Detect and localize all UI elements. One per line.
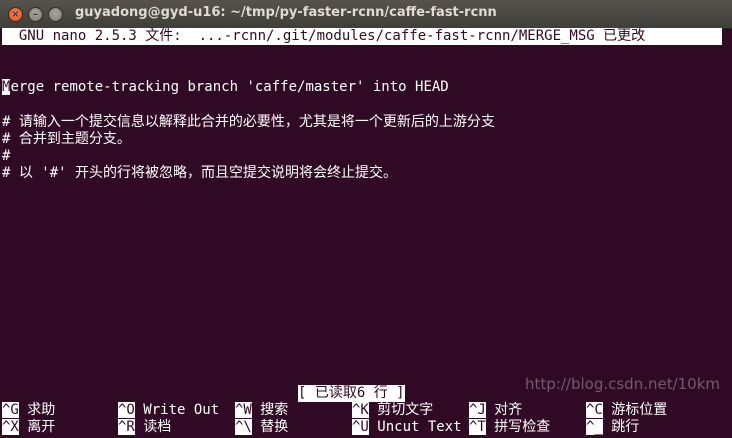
terminal-window: × – guyadong@gyd-u16: ~/tmp/py-faster-rc… (0, 0, 732, 438)
shortcut-cut-text[interactable]: ^K 剪切文字 (352, 402, 433, 419)
shortcut-read-file[interactable]: ^R 读档 (118, 419, 171, 436)
shortcut-spell-check[interactable]: ^T 拼写检查 (469, 419, 550, 436)
shortcut-label: 离开 (27, 419, 56, 435)
title-bar[interactable]: × – guyadong@gyd-u16: ~/tmp/py-faster-rc… (0, 0, 732, 29)
editor-line-5[interactable]: # (2, 148, 10, 165)
shortcut-help[interactable]: ^G 求助 (2, 402, 55, 419)
shortcut-key: ^\ (235, 419, 252, 435)
shortcut-key: ^X (2, 419, 19, 435)
editor-line-1-text: erge remote-tracking branch 'caffe/maste… (10, 79, 449, 95)
shortcut-key: ^T (469, 419, 486, 435)
shortcut-label: 对齐 (494, 402, 523, 418)
maximize-button[interactable] (48, 7, 63, 22)
nano-header: GNU nano 2.5.3 文件: ...-rcnn/.git/modules… (2, 28, 722, 45)
watermark: http://blog.csdn.net/10km (525, 375, 721, 393)
editor-line-4[interactable]: # 合并到主题分支。 (2, 131, 131, 148)
shortcut-label: 读档 (143, 419, 172, 435)
shortcut-key: ^O (118, 402, 135, 418)
shortcut-label: 替换 (260, 419, 289, 435)
shortcut-exit[interactable]: ^X 离开 (2, 419, 55, 436)
window-title: guyadong@gyd-u16: ~/tmp/py-faster-rcnn/c… (75, 5, 497, 20)
minimize-button[interactable]: – (28, 7, 43, 22)
shortcut-write-out[interactable]: ^O Write Out (118, 402, 219, 419)
shortcut-label: 拼写检查 (494, 419, 551, 435)
shortcut-key: ^R (118, 419, 135, 435)
shortcut-replace[interactable]: ^\ 替换 (235, 419, 288, 436)
shortcut-key: ^C (586, 402, 603, 418)
shortcut-label: 剪切文字 (377, 402, 434, 418)
shortcut-label: Uncut Text (377, 419, 462, 435)
editor-line-6[interactable]: # 以 '#' 开头的行将被忽略，而且空提交说明将会终止提交。 (2, 165, 397, 182)
shortcut-label: 求助 (27, 402, 56, 418)
shortcut-key: ^U (352, 419, 369, 435)
shortcut-key: ^K (352, 402, 369, 418)
close-icon: × (11, 9, 20, 20)
shortcut-cursor-pos[interactable]: ^C 游标位置 (586, 402, 667, 419)
shortcut-label: 游标位置 (611, 402, 668, 418)
shortcut-search[interactable]: ^W 搜索 (235, 402, 288, 419)
minimize-icon: – (33, 9, 38, 20)
status-message: [ 已读取6 行 ] (298, 385, 405, 402)
editor-line-1[interactable]: Merge remote-tracking branch 'caffe/mast… (2, 79, 449, 96)
shortcut-key: ^J (469, 402, 486, 418)
shortcut-key: ^G (2, 402, 19, 418)
shortcut-label: Write Out (143, 402, 220, 418)
shortcut-label: 跳行 (611, 419, 640, 435)
shortcut-go-to-line[interactable]: ^_ 跳行 (586, 419, 639, 436)
shortcut-uncut-text[interactable]: ^U Uncut Text (352, 419, 462, 436)
editor-line-3[interactable]: # 请输入一个提交信息以解释此合并的必要性，尤其是将一个更新后的上游分支 (2, 114, 495, 131)
shortcut-key: ^_ (586, 419, 603, 435)
shortcut-key: ^W (235, 402, 252, 418)
shortcut-label: 搜索 (260, 402, 289, 418)
close-button[interactable]: × (8, 7, 23, 22)
shortcut-justify[interactable]: ^J 对齐 (469, 402, 522, 419)
